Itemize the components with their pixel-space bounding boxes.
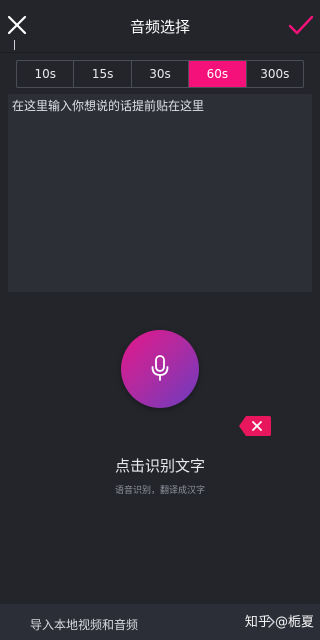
microphone-icon	[151, 355, 169, 381]
delete-button[interactable]	[238, 415, 272, 437]
duration-selector: 10s 15s 30s 60s 300s	[16, 60, 304, 88]
speech-text-input[interactable]: 在这里输入你想说的话提前贴在这里	[8, 94, 312, 292]
duration-option-10s[interactable]: 10s	[17, 61, 75, 87]
duration-option-60s[interactable]: 60s	[189, 61, 247, 87]
duration-option-30s[interactable]: 30s	[132, 61, 190, 87]
import-local-media-link[interactable]: 导入本地视频和音频	[30, 616, 138, 633]
speech-text-placeholder: 在这里输入你想说的话提前贴在这里	[12, 99, 205, 113]
header-divider-tick	[14, 40, 15, 50]
record-button[interactable]	[121, 330, 199, 408]
top-bar: 音频选择	[0, 0, 320, 53]
duration-option-15s[interactable]: 15s	[74, 61, 132, 87]
duration-option-300s[interactable]: 300s	[247, 61, 303, 87]
record-label: 点击识别文字	[114, 457, 205, 475]
watermark: 知乎 @栀夏	[244, 615, 314, 630]
check-icon	[288, 15, 314, 35]
bottom-bar: 导入本地视频和音频 知乎 @栀夏	[0, 604, 320, 640]
page-title: 音频选择	[129, 18, 190, 36]
audio-select-screen: 音频选择 10s 15s 30s 60s 300s 在这里输入你想说的话提前贴在…	[0, 0, 320, 640]
record-hint: 语音识别，翻译成汉字	[114, 486, 205, 496]
backspace-icon	[239, 416, 271, 436]
confirm-button[interactable]	[288, 14, 314, 38]
